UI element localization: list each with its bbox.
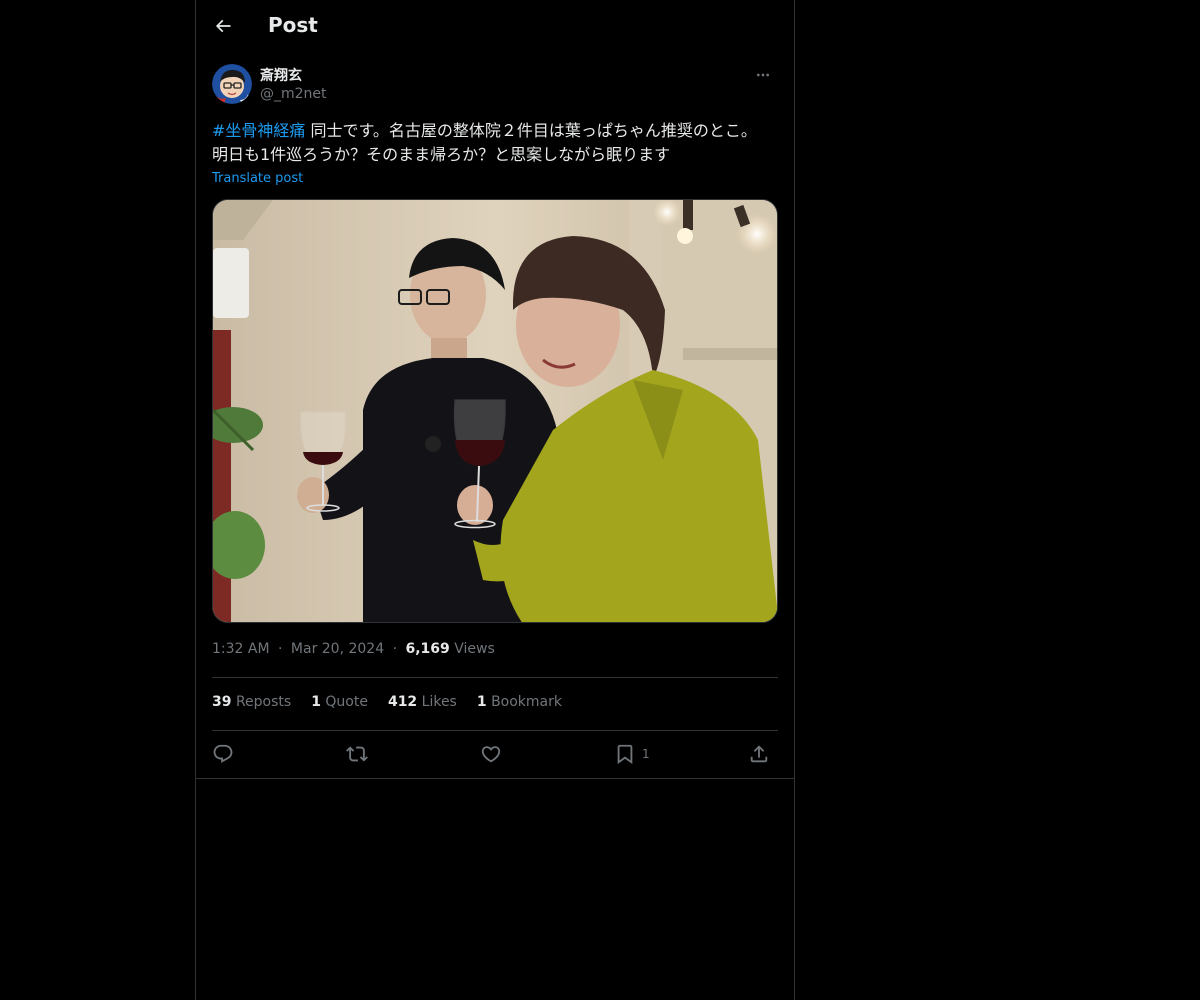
post-time[interactable]: 1:32 AM [212,641,270,657]
share-icon [750,745,768,763]
quotes-label: Quote [325,694,368,710]
bookmarks-count: 1 [476,694,487,710]
engagement-stats: 39 Reposts 1 Quote 412 Likes 1 Bookmark [212,694,562,710]
post-date[interactable]: Mar 20, 2024 [291,641,384,657]
divider [212,677,778,678]
like-icon [481,746,501,763]
bookmark-icon [617,744,633,765]
reply-button[interactable] [212,738,234,770]
post-header: Post [196,0,794,54]
post-text: #坐骨神経痛 同士です。名古屋の整体院２件目は葉っぱちゃん推奨のとこ。明日も1件… [212,119,772,167]
divider [212,730,778,731]
likes-stat[interactable]: 412 Likes [388,694,457,710]
quotes-count: 1 [311,694,321,710]
post-author: 斎翔玄 @_m2net [212,64,778,108]
repost-button[interactable] [346,738,368,770]
likes-label: Likes [421,694,457,710]
share-button[interactable] [748,738,770,770]
divider [196,778,794,779]
reposts-label: Reposts [235,694,292,710]
avatar-image [212,64,252,104]
back-button[interactable] [206,9,240,43]
quotes-stat[interactable]: 1 Quote [311,694,368,710]
more-icon [757,73,769,77]
reply-icon [213,744,233,763]
meta-separator: · [278,641,283,657]
action-bar: 1 [212,738,778,770]
post-photo[interactable] [212,199,778,623]
more-options-button[interactable] [748,64,778,86]
post-meta: 1:32 AM · Mar 20, 2024 · 6,169 Views [212,641,495,657]
author-display-name[interactable]: 斎翔玄 [260,65,302,85]
bookmark-button[interactable]: 1 [614,738,650,770]
reposts-count: 39 [212,694,232,710]
bookmarks-label: Bookmark [491,694,562,710]
bookmarks-stat[interactable]: 1 Bookmark [477,694,562,710]
translate-post-link[interactable]: Translate post [212,171,303,186]
arrow-left-icon [215,19,231,33]
repost-icon [346,746,368,762]
photo-image [213,200,777,622]
views-count: 6,169 [405,641,450,657]
meta-separator: · [392,641,398,657]
bookmark-count: 1 [642,747,650,761]
reposts-stat[interactable]: 39 Reposts [212,694,291,710]
page-title: Post [268,13,318,37]
like-button[interactable] [480,738,502,770]
main-column: Post 斎翔玄 @_m2net #坐骨神経痛 同士です。名古屋の整体院２件目は… [195,0,795,1000]
avatar[interactable] [212,64,252,104]
hashtag-link[interactable]: #坐骨神経痛 [212,121,305,140]
likes-count: 412 [387,694,418,710]
author-handle[interactable]: @_m2net [260,86,327,102]
views-label: Views [454,641,495,657]
